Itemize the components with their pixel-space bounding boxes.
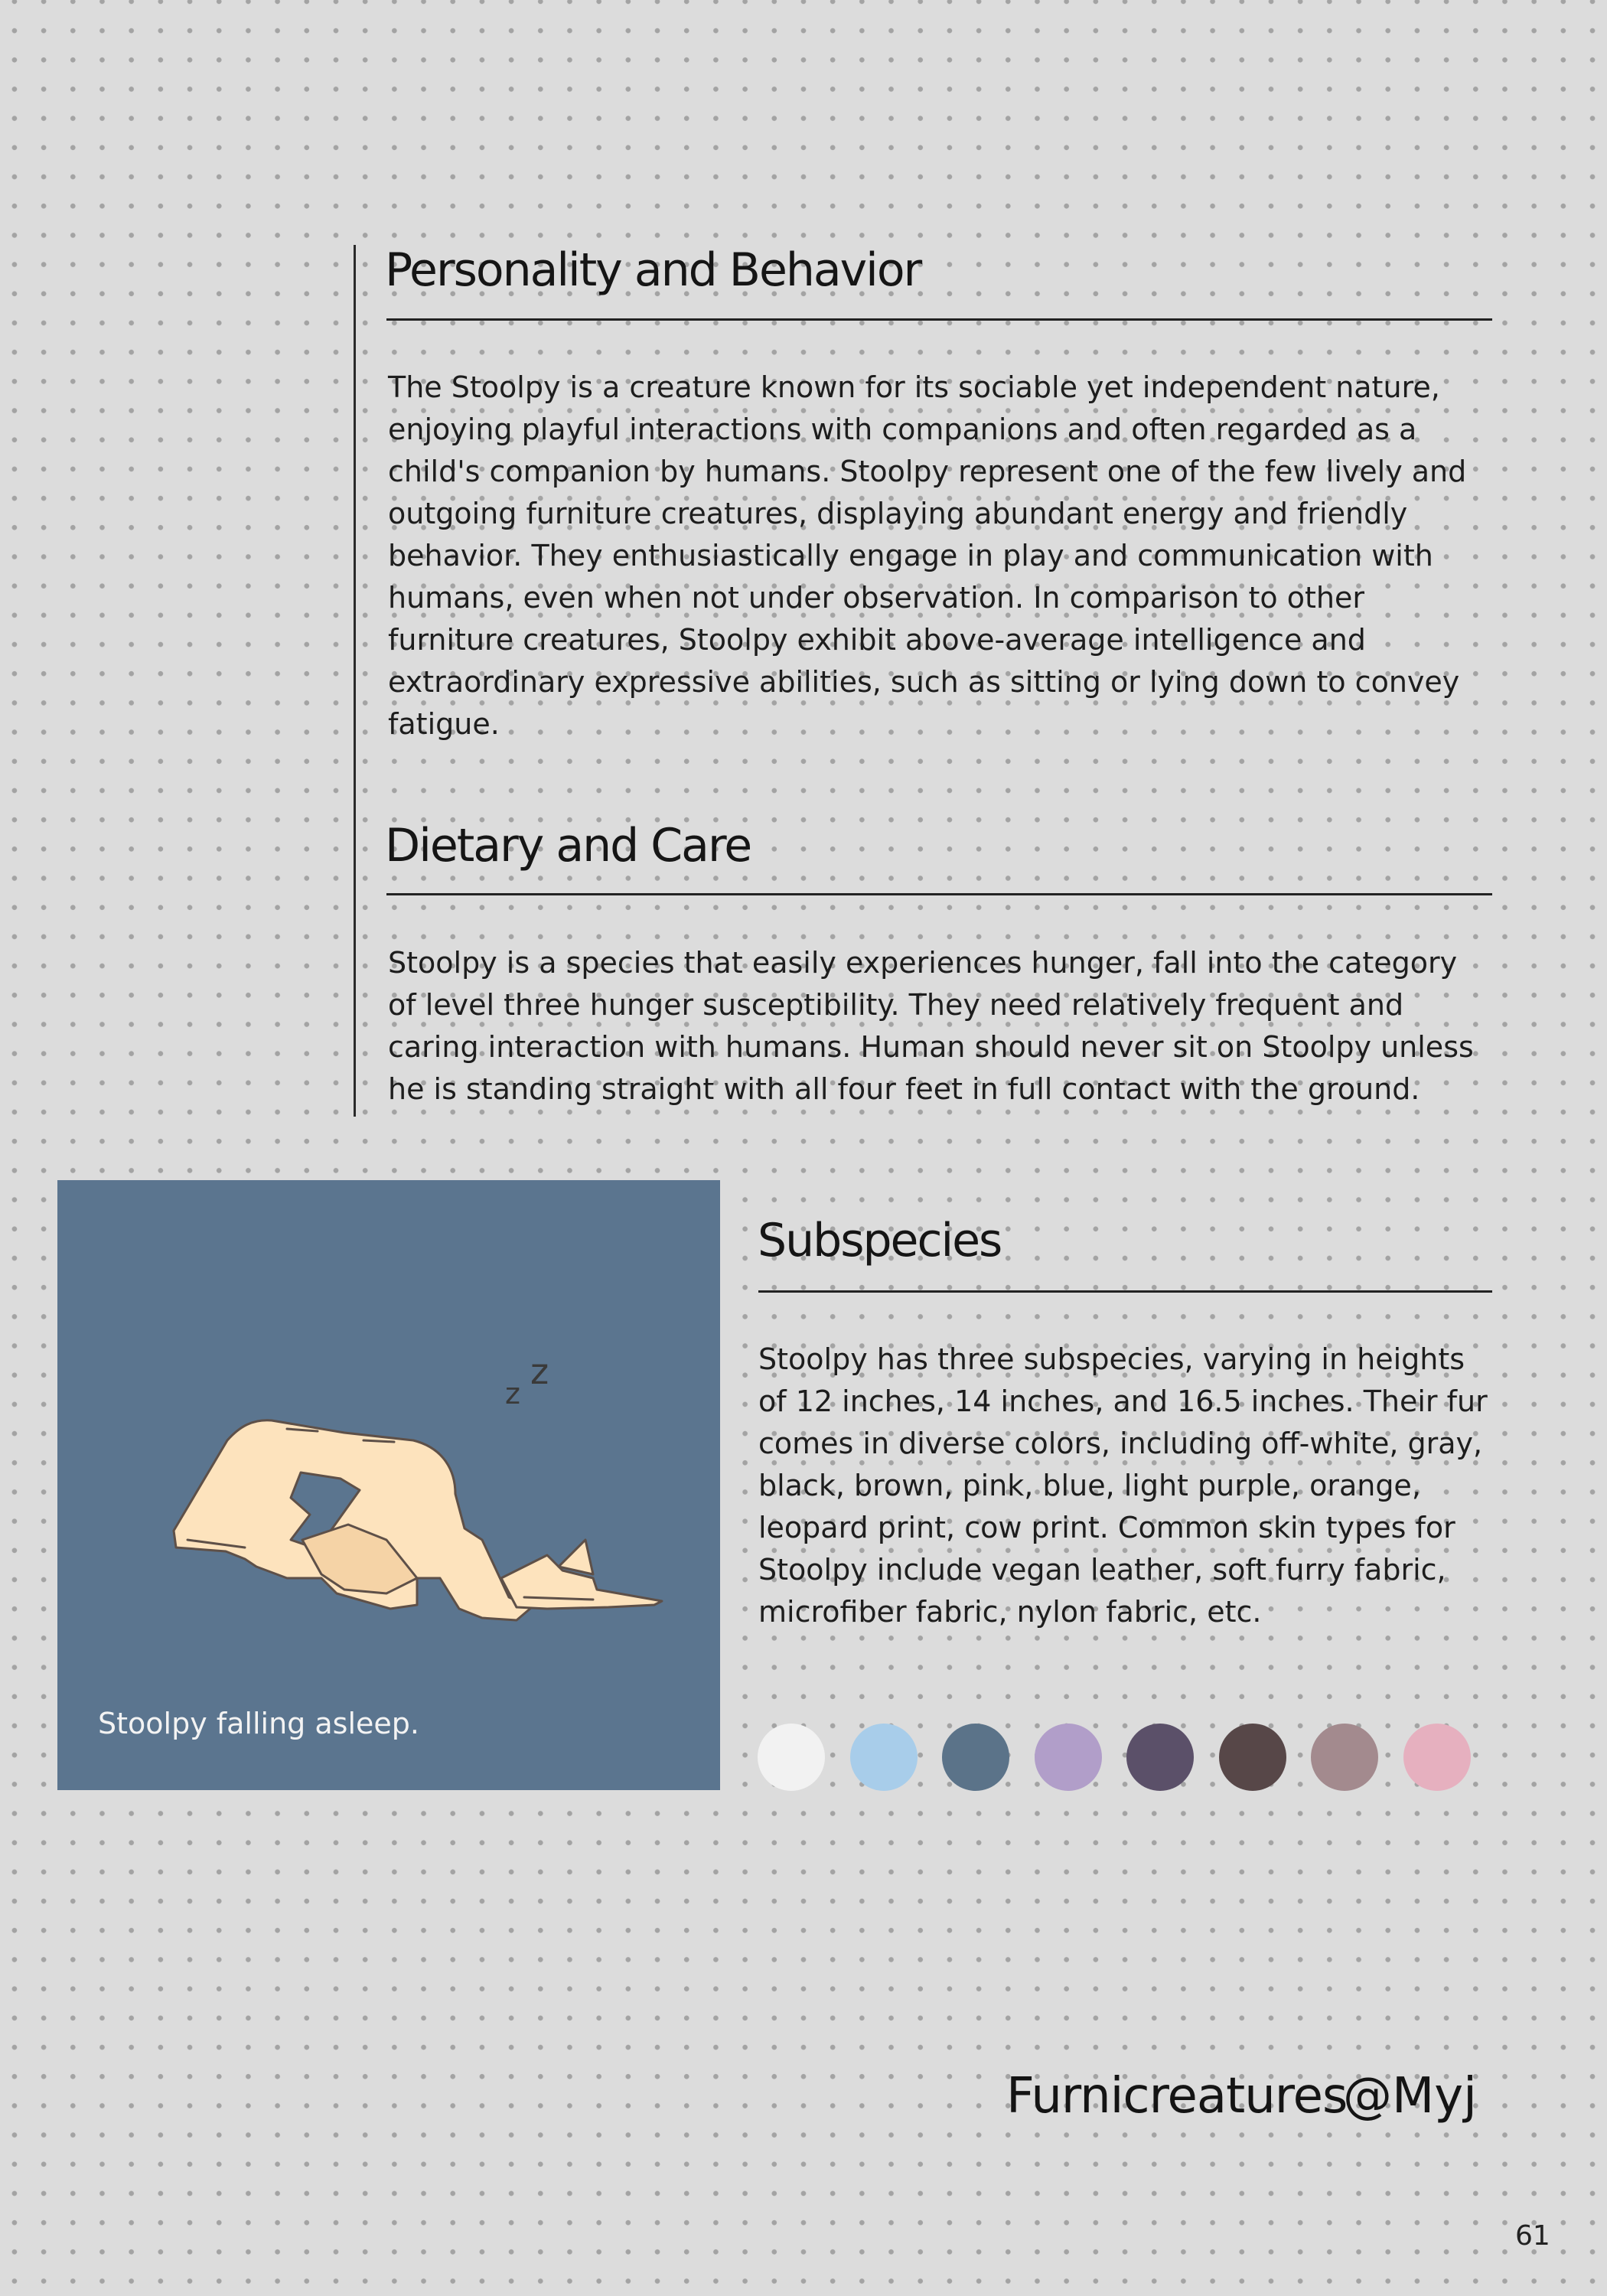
subspecies-line: Stoolpy include vegan leather, soft furr…	[758, 1553, 1446, 1587]
subspecies-paragraph: Stoolpy has three subspecies, varying in…	[758, 1339, 1488, 1633]
subspecies-line: microfiber fabric, nylon fabric, etc.	[758, 1595, 1262, 1629]
personality-line: child's companion by humans. Stoolpy rep…	[388, 455, 1467, 488]
personality-line: furniture creatures, Stoolpy exhibit abo…	[388, 623, 1366, 657]
swatch-dark-purple	[1126, 1724, 1194, 1791]
subspecies-heading: Subspecies	[758, 1214, 1002, 1267]
brand-name: Furnicreatures	[1006, 2068, 1348, 2125]
sleeping-stoolpy-drawing: z z	[172, 1351, 663, 1622]
personality-line: The Stoolpy is a creature known for its …	[388, 370, 1440, 404]
page-number: 61	[1515, 2220, 1550, 2252]
stoolpy-ear	[557, 1538, 595, 1576]
stoolpy-stitch-line	[362, 1439, 396, 1443]
author-handle: @Myj	[1343, 2068, 1477, 2125]
subspecies-heading-rule	[758, 1290, 1492, 1293]
dietary-line: he is standing straight with all four fe…	[388, 1072, 1420, 1106]
personality-heading-rule	[386, 318, 1492, 321]
swatch-mauve	[1311, 1724, 1378, 1791]
sleep-z-large: z	[530, 1351, 549, 1392]
subspecies-line: of 12 inches, 14 inches, and 16.5 inches…	[758, 1384, 1488, 1418]
swatch-dark-brown	[1218, 1724, 1286, 1791]
personality-line: behavior. They enthusiastically engage i…	[388, 539, 1433, 572]
swatch-off-white	[758, 1724, 825, 1791]
swatch-lavender	[1034, 1724, 1102, 1791]
subspecies-line: Stoolpy has three subspecies, varying in…	[758, 1342, 1465, 1376]
personality-line: enjoying playful interactions with compa…	[388, 413, 1417, 446]
dietary-line: Stoolpy is a species that easily experie…	[388, 946, 1458, 980]
subspecies-line: leopard print, cow print. Common skin ty…	[758, 1511, 1455, 1544]
subspecies-line: comes in diverse colors, including off-w…	[758, 1427, 1483, 1460]
dietary-line: of level three hunger susceptibility. Th…	[388, 988, 1404, 1022]
personality-line: fatigue.	[388, 707, 500, 741]
dietary-heading-rule	[386, 893, 1492, 895]
personality-line: humans, even when not under observation.…	[388, 581, 1364, 615]
subspecies-line: black, brown, pink, blue, light purple, …	[758, 1469, 1421, 1502]
personality-heading: Personality and Behavior	[385, 243, 922, 297]
swatch-pink	[1403, 1724, 1471, 1791]
sleep-z-small: z	[505, 1377, 520, 1411]
dietary-heading: Dietary and Care	[385, 819, 752, 872]
illustration-caption: Stoolpy falling asleep.	[98, 1707, 419, 1740]
swatch-slate-blue	[942, 1724, 1009, 1791]
dietary-paragraph: Stoolpy is a species that easily experie…	[388, 942, 1474, 1110]
stoolpy-illustration: z z Stoolpy falling asleep.	[57, 1180, 720, 1790]
personality-paragraph: The Stoolpy is a creature known for its …	[388, 367, 1466, 745]
personality-line: extraordinary expressive abilities, such…	[388, 665, 1460, 699]
personality-line: outgoing furniture creatures, displaying…	[388, 497, 1408, 530]
dietary-line: caring interaction with humans. Human sh…	[388, 1030, 1474, 1064]
swatch-light-blue	[849, 1724, 918, 1791]
